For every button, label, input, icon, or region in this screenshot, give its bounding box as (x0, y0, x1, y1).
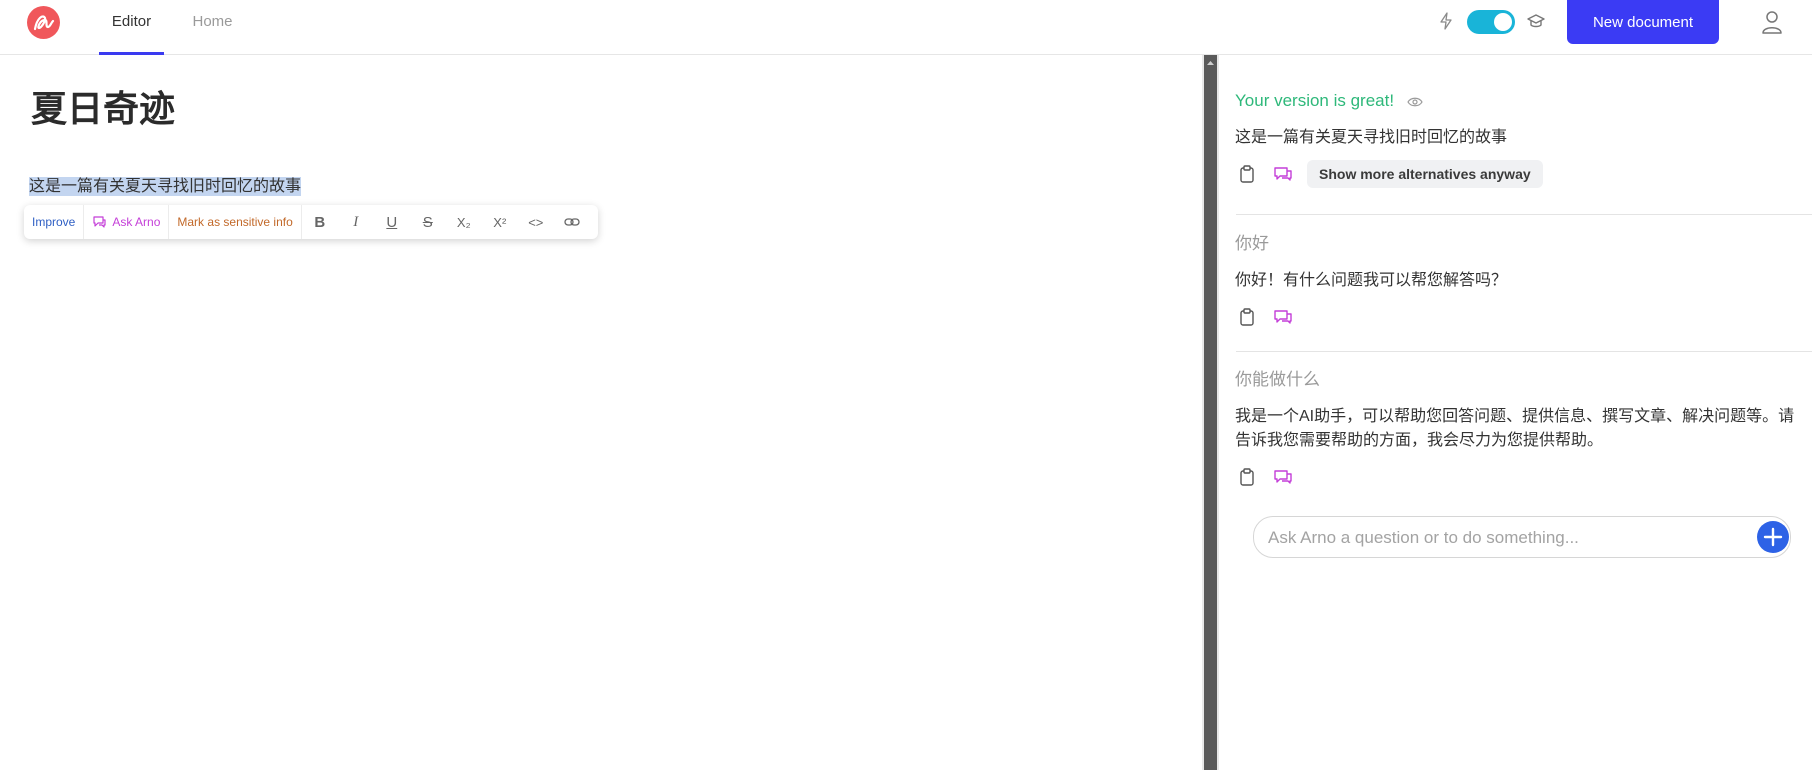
strikethrough-button[interactable]: S (410, 205, 446, 239)
entry-text[interactable]: 我是一个AI助手，可以帮助您回答问题、提供信息、撰写文章、解决问题等。请告诉我您… (1235, 405, 1795, 453)
entry-text[interactable]: 这是一篇有关夏天寻找旧时回忆的故事 (1235, 126, 1795, 150)
italic-button[interactable]: I (338, 205, 374, 239)
underline-label: U (386, 213, 398, 231)
clipboard-icon[interactable] (1235, 465, 1259, 489)
underline-button[interactable]: U (374, 205, 410, 239)
top-bar: Editor Home New document (0, 0, 1812, 55)
ask-arno-input[interactable] (1266, 517, 1740, 559)
chat-icon[interactable] (1271, 465, 1295, 489)
document-title[interactable]: 夏日奇迹 (31, 80, 175, 132)
chat-icon[interactable] (1271, 305, 1295, 329)
subscript-label: X₂ (456, 214, 471, 230)
ask-arno-box (1253, 516, 1791, 559)
eye-icon[interactable] (1407, 96, 1423, 108)
divider (1236, 214, 1812, 215)
link-button[interactable] (554, 205, 590, 239)
superscript-button[interactable]: X² (482, 205, 518, 239)
clipboard-icon[interactable] (1235, 305, 1259, 329)
clipboard-icon[interactable] (1235, 162, 1259, 186)
link-icon (564, 218, 580, 226)
chat-icon[interactable] (1271, 162, 1295, 186)
improve-button[interactable]: Improve (24, 205, 85, 239)
strikethrough-label: S (422, 213, 433, 231)
show-more-alternatives-button[interactable]: Show more alternatives anyway (1307, 160, 1543, 188)
new-document-button[interactable]: New document (1567, 0, 1719, 44)
scroll-up-icon[interactable] (1204, 57, 1217, 69)
selection-toolbar: Improve Ask Arno Mark as sensitive info … (24, 205, 598, 239)
bold-button[interactable]: B (302, 205, 338, 239)
entry-text[interactable]: 你好！有什么问题我可以帮您解答吗？ (1235, 269, 1795, 293)
tab-editor[interactable]: Editor (99, 0, 164, 55)
subscript-button[interactable]: X₂ (446, 205, 482, 239)
entry-actions (1235, 463, 1795, 491)
editor-scrollbar[interactable] (1204, 55, 1217, 770)
chat-entry: 你能做什么 我是一个AI助手，可以帮助您回答问题、提供信息、撰写文章、解决问题等… (1235, 365, 1795, 491)
entry-title-text: Your version is great! (1235, 91, 1395, 110)
entry-title: Your version is great! (1235, 91, 1795, 111)
ask-arno-button[interactable]: Ask Arno (84, 205, 170, 239)
chat-icon (93, 216, 106, 228)
chat-entry: 你好 你好！有什么问题我可以帮您解答吗？ (1235, 229, 1795, 331)
superscript-label: X² (493, 214, 507, 230)
plus-icon[interactable] (1757, 521, 1789, 553)
italic-label: I (353, 213, 359, 230)
mark-sensitive-button[interactable]: Mark as sensitive info (169, 205, 302, 239)
user-icon[interactable] (1760, 9, 1784, 40)
graduation-cap-icon[interactable] (1526, 11, 1546, 36)
entry-actions (1235, 303, 1795, 331)
toggle-knob (1494, 13, 1512, 31)
ask-arno-label: Ask Arno (112, 215, 161, 229)
bolt-icon[interactable] (1437, 11, 1455, 36)
document-body[interactable]: 这是一篇有关夏天寻找旧时回忆的故事 (29, 172, 302, 196)
code-label: <> (528, 214, 544, 230)
bold-label: B (314, 213, 326, 231)
selected-text[interactable]: 这是一篇有关夏天寻找旧时回忆的故事 (29, 177, 302, 196)
suggestion-entry: Your version is great! 这是一篇有关夏天寻找旧时回忆的故事… (1235, 91, 1795, 188)
logo-icon[interactable] (27, 6, 60, 39)
entry-title: 你能做什么 (1235, 370, 1320, 389)
assistant-panel: Your version is great! 这是一篇有关夏天寻找旧时回忆的故事… (1219, 55, 1812, 770)
code-button[interactable]: <> (518, 205, 554, 239)
entry-actions: Show more alternatives anyway (1235, 160, 1795, 188)
divider (1236, 351, 1812, 352)
tab-home[interactable]: Home (180, 0, 245, 54)
mode-toggle[interactable] (1467, 10, 1515, 34)
entry-title: 你好 (1235, 234, 1269, 253)
